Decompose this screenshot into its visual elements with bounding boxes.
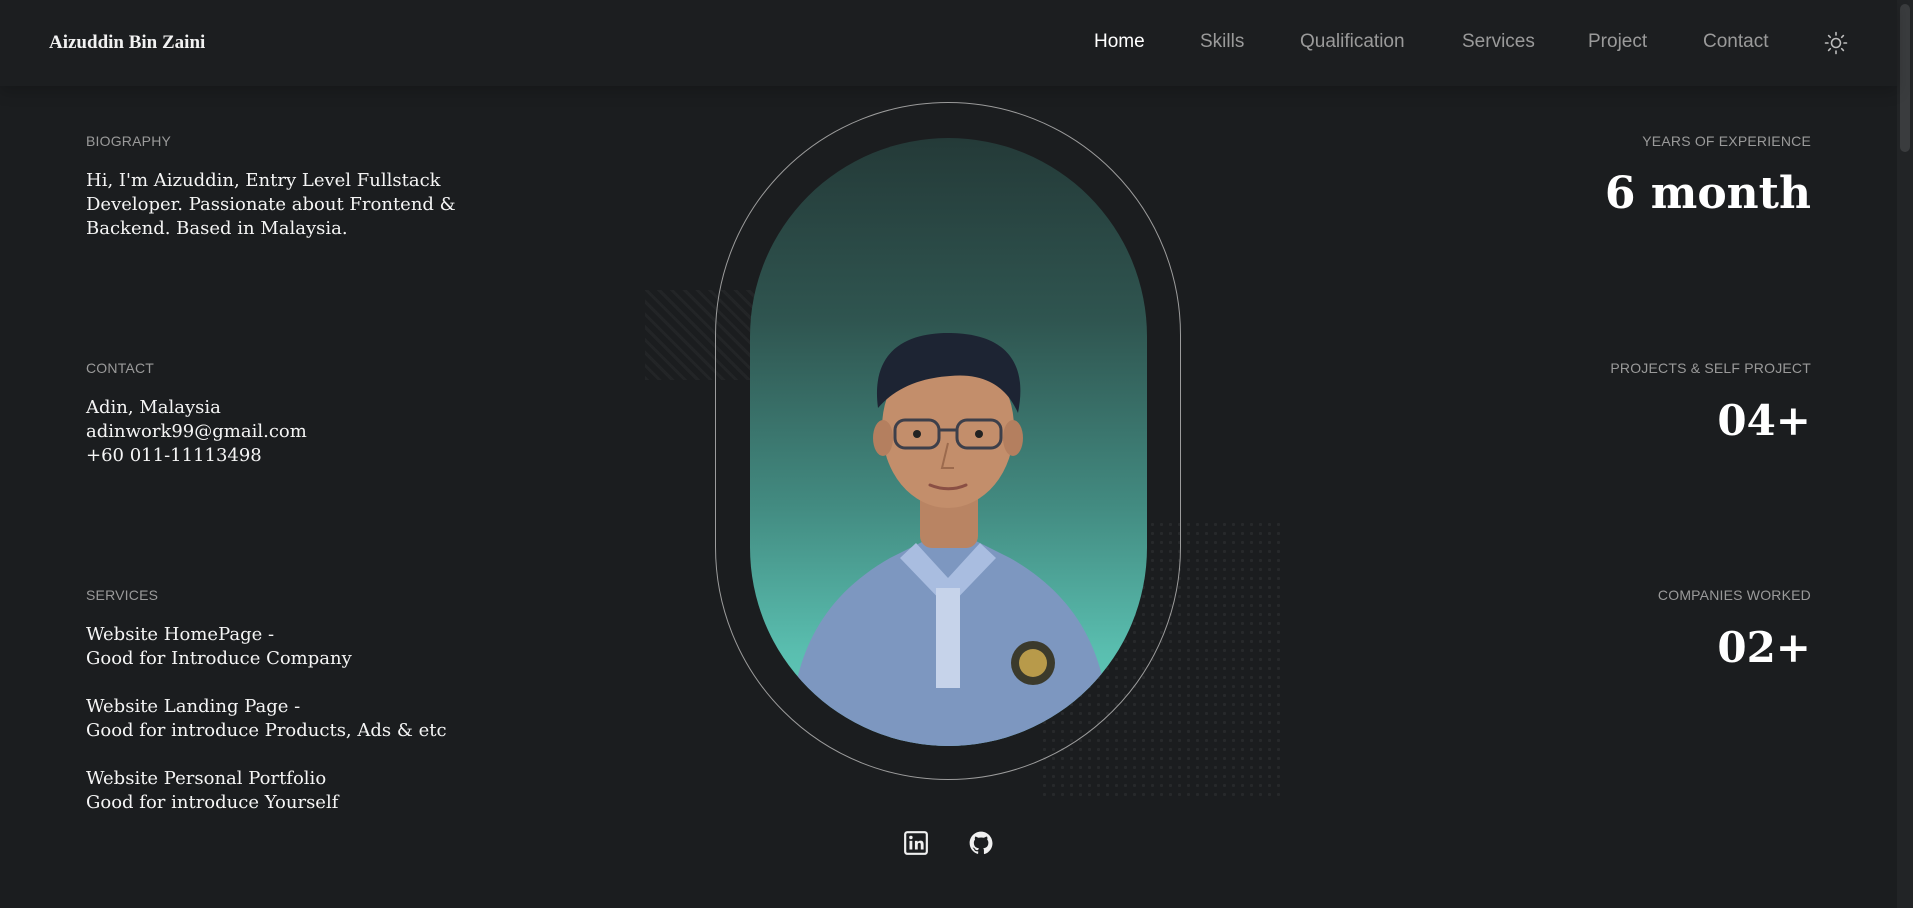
companies-value: 02+ (1717, 623, 1811, 672)
nav-skills[interactable]: Skills (1200, 31, 1244, 53)
contact-location: Adin, Malaysia (86, 397, 221, 418)
projects-value: 04+ (1717, 396, 1811, 445)
profile-photo (750, 138, 1147, 746)
service-2-desc: Good for introduce Products, Ads & etc (86, 720, 447, 741)
github-icon[interactable] (968, 830, 994, 856)
service-1-title: Website HomePage - (86, 624, 275, 645)
service-3-title: Website Personal Portfolio (86, 768, 327, 789)
biography-label: BIOGRAPHY (86, 133, 172, 149)
nav-project[interactable]: Project (1588, 31, 1647, 53)
service-1-desc: Good for Introduce Company (86, 648, 352, 669)
experience-value: 6 month (1604, 168, 1811, 219)
service-2-title: Website Landing Page - (86, 696, 301, 717)
biography-line-3: Backend. Based in Malaysia. (86, 218, 348, 239)
experience-label: YEARS OF EXPERIENCE (1642, 133, 1811, 149)
services-label: SERVICES (86, 587, 159, 603)
nav-qualification[interactable]: Qualification (1300, 31, 1405, 53)
nav-services[interactable]: Services (1462, 31, 1535, 53)
contact-label: CONTACT (86, 360, 155, 376)
nav-contact[interactable]: Contact (1703, 31, 1768, 53)
site-header: Aizuddin Bin Zaini Home Skills Qualifica… (0, 0, 1897, 86)
biography-line-2: Developer. Passionate about Frontend & (86, 194, 456, 215)
service-3-desc: Good for introduce Yourself (86, 792, 339, 813)
companies-label: COMPANIES WORKED (1657, 587, 1811, 603)
contact-email[interactable]: adinwork99@gmail.com (86, 420, 307, 444)
main-nav: Home Skills Qualification Services Proje… (0, 31, 1897, 55)
person-illustration (790, 333, 1110, 746)
projects-label: PROJECTS & SELF PROJECT (1610, 360, 1811, 376)
nav-home[interactable]: Home (1094, 31, 1145, 53)
scrollbar[interactable] (1897, 0, 1913, 908)
contact-phone[interactable]: +60 011-11113498 (86, 444, 262, 468)
biography-line-1: Hi, I'm Aizuddin, Entry Level Fullstack (86, 170, 441, 191)
linkedin-icon[interactable] (903, 830, 929, 856)
scrollbar-thumb[interactable] (1900, 4, 1910, 152)
sun-icon[interactable] (1824, 31, 1848, 55)
